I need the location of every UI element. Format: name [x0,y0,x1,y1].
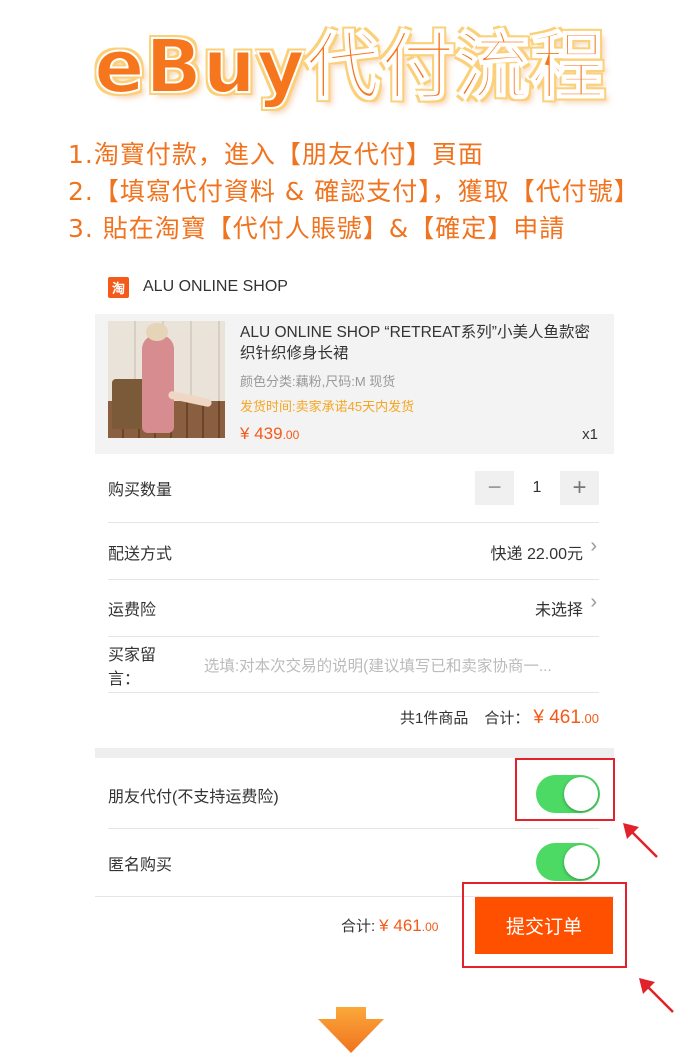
anonymous-row: 匿名购买 [108,848,599,878]
chevron-right-icon: › [590,591,597,613]
section-gap [95,748,614,758]
minus-button[interactable]: − [475,471,514,505]
price-symbol: ¥ [240,424,250,443]
footer-total-label: 合计: [341,918,376,935]
delivery-label: 配送方式 [108,546,173,563]
product-title: ALU ONLINE SHOP “RETREAT系列”小美人鱼款密织针织修身长裙 [240,324,590,362]
taobao-shop-icon: 淘 [108,276,129,298]
insurance-value: 未选择 [534,602,583,619]
product-variant: 颜色分类:藕粉,尺码:M 现货 [240,374,396,389]
quantity-stepper: − 1 + [475,471,599,505]
banner-title: eBuy代付流程 [93,23,606,111]
anonymous-label: 匿名购买 [108,857,173,874]
note-label: 买家留言： [108,647,157,688]
divider [108,522,599,523]
product-ship-time: 发货时间:卖家承诺45天内发货 [240,399,415,414]
quantity-row: 购买数量 − 1 + [108,470,599,506]
product-price: ¥ 439.00 [240,424,299,444]
summary-price-decimal: .00 [580,711,599,726]
footer-price: ¥ 461.00 [379,916,438,936]
friend-pay-highlight [515,758,615,821]
product-card[interactable]: ALU ONLINE SHOP “RETREAT系列”小美人鱼款密织针织修身长裙… [95,314,614,454]
item-count: 共1件商品 [400,710,469,727]
price-decimal: .00 [282,428,300,442]
divider [108,579,599,580]
footer-price-decimal: .00 [421,920,439,934]
product-image[interactable] [108,321,225,438]
step-3: 3. 貼在淘寶【代付人賬號】&【確定】申請 [68,214,566,243]
down-arrow-icon [318,1007,384,1053]
red-arrow-icon [639,978,674,1013]
note-input[interactable]: 选填:对本次交易的说明(建议填写已和卖家协商一... [204,654,599,676]
footer-price-symbol: ¥ [379,916,389,935]
anonymous-toggle[interactable] [536,843,600,881]
divider [108,692,599,693]
summary-price: ¥ 461.00 [533,707,599,729]
steps-list: 1.淘寶付款，進入【朋友代付】頁面 2.【填寫代付資料 & 確認支付】，獲取【代… [68,136,688,247]
insurance-row[interactable]: 运费险 未选择 › [108,591,599,623]
quantity-value[interactable]: 1 [514,479,560,497]
product-qty: x1 [582,426,598,443]
note-row: 买家留言： 选填:对本次交易的说明(建议填写已和卖家协商一... [108,647,599,688]
shop-header[interactable]: 淘 ALU ONLINE SHOP [108,272,288,302]
quantity-label: 购买数量 [108,482,173,499]
summary-total-label: 合计： [484,710,530,727]
chevron-right-icon: › [590,535,597,557]
footer-price-integer: 461 [393,916,422,935]
summary-price-symbol: ¥ [533,707,544,728]
summary-price-integer: 461 [549,707,581,728]
step-2: 2.【填寫代付資料 & 確認支付】，獲取【代付號】 [68,177,640,206]
divider [108,636,599,637]
friend-pay-label: 朋友代付(不支持运费险) [108,789,279,806]
red-arrow-icon [623,823,658,858]
footer-total: 合计: ¥ 461.00 [341,915,438,936]
price-integer: 439 [254,424,283,443]
divider [108,828,599,829]
delivery-row[interactable]: 配送方式 快递 22.00元 › [108,535,599,567]
plus-button[interactable]: + [560,471,599,505]
step-1: 1.淘寶付款，進入【朋友代付】頁面 [68,140,484,169]
order-summary: 共1件商品 合计： ¥ 461.00 [108,707,599,737]
submit-highlight [462,882,627,968]
shop-name: ALU ONLINE SHOP [143,278,288,295]
delivery-value: 快递 22.00元 [490,546,584,563]
insurance-label: 运费险 [108,602,157,619]
